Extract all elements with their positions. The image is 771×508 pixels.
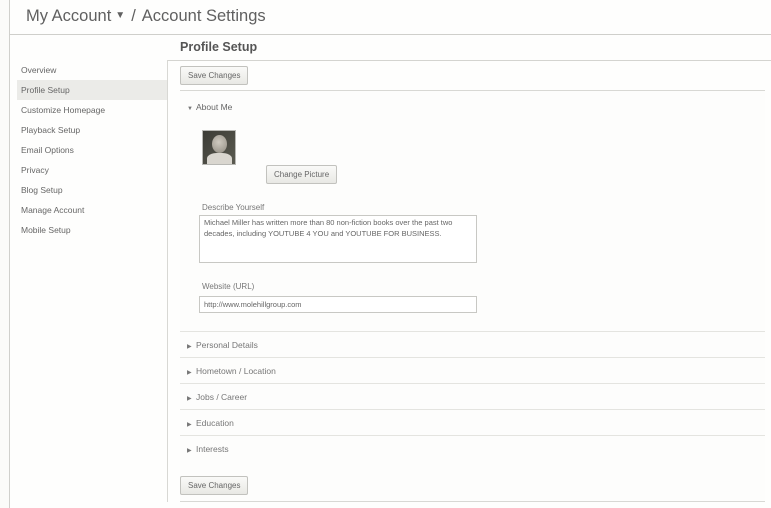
website-url-label: Website (URL) [202,282,255,291]
save-changes-button-top[interactable]: Save Changes [180,66,249,85]
breadcrumb-current: Account Settings [141,7,266,25]
profile-picture [202,130,236,165]
sidebar-item-overview[interactable]: Overview [17,60,167,80]
divider [180,331,765,332]
my-account-menu[interactable]: My Account ▼ [26,7,131,25]
interests-label: Interests [196,444,229,454]
page-title: Profile Setup [180,40,258,54]
my-account-label: My Account [26,7,112,25]
save-changes-button-bottom[interactable]: Save Changes [180,476,249,495]
change-picture-button[interactable]: Change Picture [266,165,338,184]
personal-details-toggle[interactable]: ▶ Personal Details [187,340,258,350]
triangle-right-icon: ▶ [187,396,192,402]
jobs-career-toggle[interactable]: ▶ Jobs / Career [187,392,247,402]
jobs-career-label: Jobs / Career [196,392,248,402]
interests-toggle[interactable]: ▶ Interests [187,444,229,454]
sidebar-item-blog-setup[interactable]: Blog Setup [17,180,167,200]
education-toggle[interactable]: ▶ Education [187,418,234,428]
about-me-toggle[interactable]: ▼ About Me [187,102,232,112]
header-bar: My Account ▼ / Account Settings [9,0,771,35]
describe-yourself-label: Describe Yourself [202,203,265,212]
settings-sidebar: Overview Profile Setup Customize Homepag… [17,60,168,502]
triangle-right-icon: ▶ [187,448,192,454]
personal-details-label: Personal Details [196,340,258,350]
page-title-bar: Profile Setup [168,35,771,61]
hometown-location-label: Hometown / Location [196,366,276,376]
divider [180,435,765,436]
breadcrumb-separator: / [131,7,136,25]
divider [180,409,765,410]
describe-yourself-textarea[interactable]: Michael Miller has written more than 80 … [199,215,477,263]
sidebar-item-customize-homepage[interactable]: Customize Homepage [17,100,167,120]
divider [180,383,765,384]
sidebar-item-manage-account[interactable]: Manage Account [17,200,167,220]
sidebar-item-email-options[interactable]: Email Options [17,140,167,160]
profile-setup-main: Save Changes ▼ About Me Change Picture De… [168,60,771,505]
avatar-head [212,135,227,153]
triangle-right-icon: ▶ [187,422,192,428]
about-me-header: About Me [196,102,233,112]
sidebar-item-profile-setup[interactable]: Profile Setup [17,80,167,100]
sidebar-item-privacy[interactable]: Privacy [17,160,167,180]
divider [180,357,765,358]
triangle-down-icon: ▼ [187,106,193,112]
chevron-down-icon: ▼ [115,10,126,21]
triangle-right-icon: ▶ [187,370,192,376]
hometown-location-toggle[interactable]: ▶ Hometown / Location [187,366,276,376]
sidebar-item-mobile-setup[interactable]: Mobile Setup [17,220,167,240]
triangle-right-icon: ▶ [187,344,192,350]
sidebar-item-playback-setup[interactable]: Playback Setup [17,120,167,140]
avatar-body [207,153,232,164]
breadcrumb: My Account ▼ / Account Settings [26,7,266,26]
website-url-input[interactable]: http://www.molehillgroup.com [199,296,477,313]
education-label: Education [196,418,234,428]
